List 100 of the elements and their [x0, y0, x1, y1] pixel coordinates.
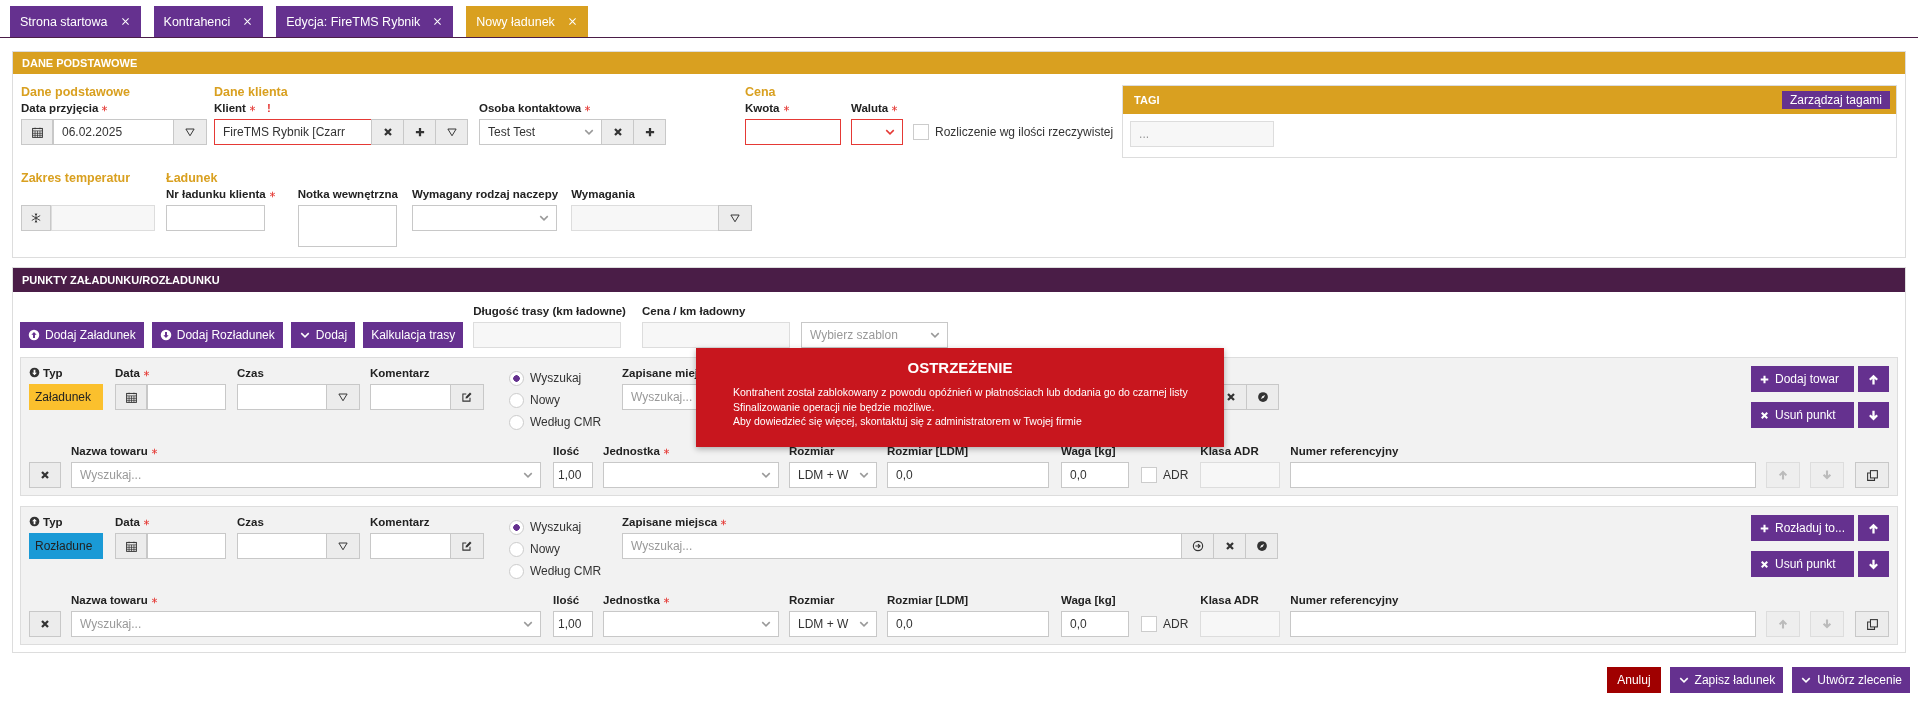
field-label: Wymagania [571, 188, 635, 200]
save-button[interactable]: Zapisz ładunek [1669, 667, 1784, 693]
quantity-field[interactable]: 1,00 [553, 462, 593, 488]
radio-button[interactable] [509, 519, 524, 535]
filter-button[interactable] [326, 533, 360, 559]
close-icon [611, 126, 624, 138]
arrow-circle-icon [1191, 540, 1204, 552]
radio-button[interactable] [509, 370, 524, 386]
comment-field[interactable] [370, 533, 451, 559]
clear-button[interactable] [601, 119, 634, 145]
client-field[interactable]: FireTMS Rybnik [Czarr [214, 119, 372, 145]
size-select[interactable]: LDM + W [789, 611, 877, 637]
field-label: Klient [214, 102, 246, 114]
radio-button[interactable] [509, 392, 524, 408]
plus-icon [1759, 373, 1770, 385]
reference-field[interactable] [1290, 611, 1756, 637]
add-button[interactable] [633, 119, 666, 145]
clear-button[interactable] [1213, 533, 1246, 559]
add-goods-button[interactable]: Rozładuj to... [1751, 515, 1854, 541]
filter-button[interactable] [718, 205, 753, 231]
calendar-button[interactable] [115, 533, 147, 559]
locate-button[interactable] [1245, 533, 1278, 559]
tags-field[interactable]: ... [1130, 121, 1275, 147]
toolbar-button[interactable]: Dodaj [290, 322, 356, 348]
remove-point-button[interactable]: Usuń punkt [1751, 551, 1854, 577]
add-goods-button[interactable]: Dodaj towar [1751, 366, 1854, 392]
ldm-field[interactable]: 0,0 [887, 611, 1049, 637]
field-label: Zapisane miejsca [622, 516, 718, 528]
arrow-up-icon [1777, 469, 1789, 481]
comment-field[interactable] [370, 384, 451, 410]
tab[interactable]: Strona startowa [10, 6, 141, 37]
group-heading: Dane podstawowe [21, 85, 131, 101]
calendar-button[interactable] [115, 384, 147, 410]
reference-field[interactable] [1290, 462, 1756, 488]
move-down-button[interactable] [1858, 402, 1889, 428]
locate-button[interactable] [1246, 384, 1279, 410]
ldm-field[interactable]: 0,0 [887, 462, 1049, 488]
filter-button[interactable] [173, 119, 207, 145]
save-button[interactable]: Utwórz zlecenie [1792, 667, 1910, 693]
weight-field[interactable]: 0,0 [1061, 611, 1129, 637]
checkbox[interactable] [1141, 616, 1157, 632]
adr-class-field[interactable] [1200, 462, 1281, 488]
radio-button[interactable] [509, 541, 524, 557]
adr-class-field[interactable] [1200, 611, 1281, 637]
close-icon [119, 16, 131, 27]
field-label: Waluta [851, 102, 889, 114]
unit-select[interactable] [603, 462, 779, 488]
amount-field[interactable] [745, 119, 841, 145]
toolbar-button[interactable]: Dodaj Rozładunek [151, 322, 283, 348]
field-label: Rozmiar [789, 445, 835, 457]
time-field[interactable] [237, 384, 327, 410]
copy-button[interactable] [1855, 611, 1889, 637]
size-select[interactable]: LDM + W [789, 462, 877, 488]
quantity-field[interactable]: 1,00 [553, 611, 593, 637]
remove-goods-button[interactable] [29, 611, 61, 637]
snowflake-button[interactable] [21, 205, 51, 231]
manage-tags-button[interactable]: Zarządzaj tagami [1781, 91, 1890, 109]
radio-button[interactable] [509, 563, 524, 579]
unit-select[interactable] [603, 611, 779, 637]
date-field[interactable] [147, 533, 226, 559]
edit-button[interactable] [450, 533, 484, 559]
cancel-button[interactable]: Anuluj [1607, 667, 1661, 693]
note-field[interactable] [297, 205, 397, 247]
radio-button[interactable] [509, 414, 524, 430]
field-label: Waga [kg] [1061, 445, 1116, 457]
move-down-button[interactable] [1858, 551, 1889, 577]
currency-select[interactable] [851, 119, 903, 145]
field-label: Rozmiar [789, 594, 835, 606]
date-field[interactable] [147, 384, 226, 410]
arrow-down-icon [1821, 618, 1833, 630]
checkbox[interactable] [1141, 467, 1157, 483]
move-up-button[interactable] [1858, 366, 1889, 392]
radio-label: Według CMR [530, 415, 602, 429]
stop-type-badge: Rozładune [29, 533, 103, 559]
toolbar-button[interactable]: Dodaj Załadunek [20, 322, 144, 348]
filter-button[interactable] [326, 384, 360, 410]
field-label: Wymagany rodzaj naczepy [412, 188, 559, 200]
arrow-up-icon [1777, 618, 1789, 630]
place-field[interactable]: Wyszukaj... [622, 533, 1182, 559]
trailer-select[interactable] [412, 205, 557, 231]
weight-field[interactable]: 0,0 [1061, 462, 1129, 488]
time-field[interactable] [237, 533, 327, 559]
field-label: Nazwa towaru [71, 445, 148, 457]
remove-point-button[interactable]: Usuń punkt [1751, 402, 1854, 428]
calendar-button[interactable] [21, 119, 53, 145]
date-field[interactable]: 06.02.2025 [53, 119, 174, 145]
remove-goods-button[interactable] [29, 462, 61, 488]
edit-button[interactable] [450, 384, 484, 410]
field-label: Klasa ADR [1200, 445, 1259, 457]
copy-button[interactable] [1855, 462, 1889, 488]
toolbar-button[interactable]: Kalkulacja trasy [363, 322, 464, 348]
move-up-button[interactable] [1858, 515, 1889, 541]
client-number-field[interactable] [166, 205, 265, 231]
checkbox[interactable] [913, 124, 929, 140]
field-label: Ilość [553, 445, 580, 457]
tab[interactable]: Kontrahenci [153, 6, 264, 37]
close-icon [432, 16, 444, 27]
tab[interactable]: Edycja: FireTMS Rybnik [276, 6, 454, 37]
add-button[interactable] [403, 119, 436, 145]
contact-select[interactable]: Test Test [479, 119, 602, 145]
